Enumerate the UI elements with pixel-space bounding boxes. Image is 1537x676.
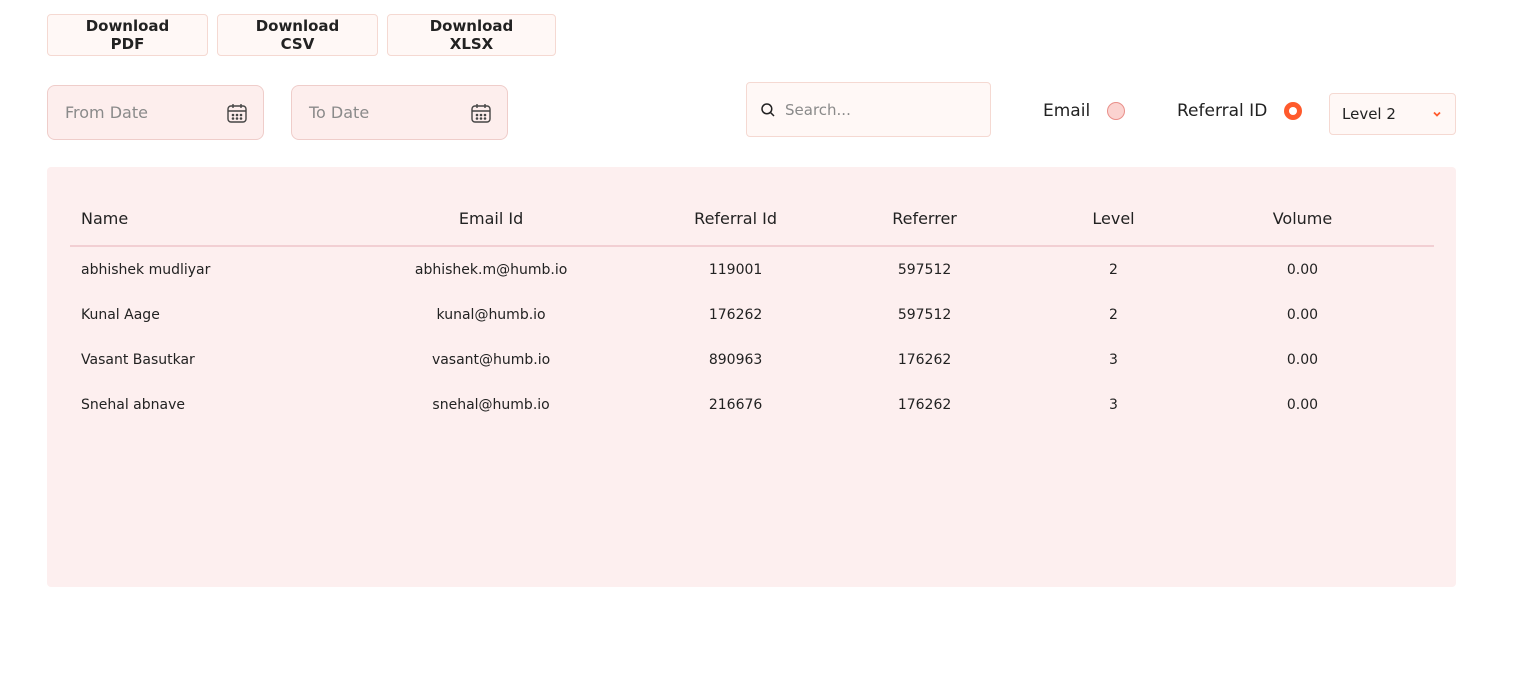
column-header-name: Name — [81, 209, 129, 228]
download-pdf-button[interactable]: Download PDF — [47, 14, 208, 56]
cell-level: 2 — [1109, 306, 1118, 323]
table-row[interactable]: abhishek mudliyar abhishek.m@humb.io 119… — [70, 247, 1434, 292]
cell-name: Snehal abnave — [81, 396, 185, 413]
referral-id-radio[interactable] — [1284, 102, 1303, 120]
cell-email: vasant@humb.io — [431, 351, 551, 368]
cell-level: 3 — [1109, 351, 1118, 368]
level-select[interactable]: Level 2 — [1329, 93, 1456, 135]
cell-email: snehal@humb.io — [432, 396, 550, 413]
from-date-placeholder: From Date — [65, 103, 148, 122]
cell-level: 2 — [1109, 261, 1118, 278]
cell-referrer: 176262 — [897, 396, 952, 413]
download-toolbar: Download PDF Download CSV Download XLSX — [47, 14, 556, 56]
table-row[interactable]: Vasant Basutkar vasant@humb.io 890963 17… — [70, 337, 1434, 382]
calendar-icon[interactable] — [469, 101, 493, 125]
calendar-icon[interactable] — [225, 101, 249, 125]
cell-name: Vasant Basutkar — [81, 351, 195, 368]
referral-table: Name Email Id Referral Id Referrer Level… — [70, 192, 1434, 427]
cell-email: kunal@humb.io — [436, 306, 546, 323]
email-radio[interactable] — [1107, 102, 1126, 120]
cell-volume: 0.00 — [1286, 351, 1319, 368]
level-select-value: Level 2 — [1342, 105, 1396, 123]
cell-volume: 0.00 — [1286, 306, 1319, 323]
cell-referral-id: 216676 — [708, 396, 763, 413]
referral-report-page: Download PDF Download CSV Download XLSX … — [0, 0, 1537, 676]
referral-table-panel: Name Email Id Referral Id Referrer Level… — [47, 167, 1456, 587]
search-box — [746, 82, 991, 137]
cell-referral-id: 119001 — [708, 261, 763, 278]
search-input[interactable] — [785, 100, 975, 119]
cell-name: Kunal Aage — [81, 306, 160, 323]
cell-referrer: 597512 — [897, 306, 952, 323]
cell-referral-id: 890963 — [708, 351, 763, 368]
download-csv-button[interactable]: Download CSV — [217, 14, 378, 56]
cell-email: abhishek.m@humb.io — [414, 261, 568, 278]
chevron-down-icon — [1433, 111, 1441, 117]
cell-level: 3 — [1109, 396, 1118, 413]
to-date-field[interactable]: To Date — [291, 85, 508, 140]
column-header-volume: Volume — [1272, 209, 1333, 228]
cell-referrer: 597512 — [897, 261, 952, 278]
column-header-level: Level — [1092, 209, 1135, 228]
download-xlsx-button[interactable]: Download XLSX — [387, 14, 556, 56]
referral-id-radio-label: Referral ID — [1177, 101, 1268, 121]
search-icon — [761, 102, 775, 117]
email-radio-option[interactable]: Email — [1043, 96, 1126, 126]
column-header-email: Email Id — [458, 209, 524, 228]
column-header-referral-id: Referral Id — [694, 209, 777, 228]
cell-referral-id: 176262 — [708, 306, 763, 323]
table-body: abhishek mudliyar abhishek.m@humb.io 119… — [70, 247, 1434, 427]
from-date-field[interactable]: From Date — [47, 85, 264, 140]
table-row[interactable]: Snehal abnave snehal@humb.io 216676 1762… — [70, 382, 1434, 427]
cell-name: abhishek mudliyar — [81, 261, 211, 278]
table-header: Name Email Id Referral Id Referrer Level… — [70, 192, 1434, 247]
email-radio-label: Email — [1043, 101, 1091, 121]
cell-volume: 0.00 — [1286, 261, 1319, 278]
to-date-placeholder: To Date — [309, 103, 370, 122]
cell-referrer: 176262 — [897, 351, 952, 368]
cell-volume: 0.00 — [1286, 396, 1319, 413]
column-header-referrer: Referrer — [892, 209, 957, 228]
table-row[interactable]: Kunal Aage kunal@humb.io 176262 597512 2… — [70, 292, 1434, 337]
referral-id-radio-option[interactable]: Referral ID — [1177, 96, 1303, 126]
